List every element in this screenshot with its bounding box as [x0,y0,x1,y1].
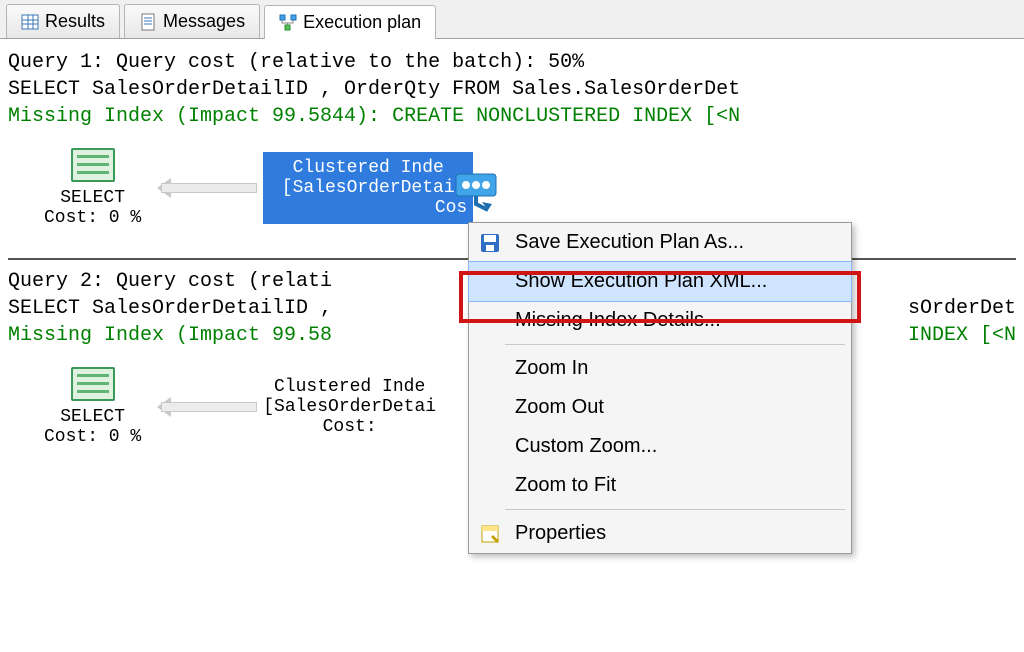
menu-zoom-to-fit-label: Zoom to Fit [515,474,616,497]
scan2-line-3: Cost: [323,417,377,437]
tab-bar: Results Messages Execution plan [0,0,1024,39]
properties-icon [479,523,501,545]
tab-execution-plan[interactable]: Execution plan [264,5,436,39]
tab-results-label: Results [45,11,105,32]
menu-zoom-out[interactable]: Zoom Out [469,388,851,427]
menu-separator [505,344,845,345]
document-icon [139,13,157,31]
scan-line-2: [SalesOrderDetai [282,178,455,198]
tab-messages-label: Messages [163,11,245,32]
menu-zoom-out-label: Zoom Out [515,396,604,419]
scan2-line-1: Clustered Inde [274,377,425,397]
menu-zoom-to-fit[interactable]: Zoom to Fit [469,466,851,505]
menu-properties[interactable]: Properties [469,514,851,553]
select-operator-node-2[interactable]: SELECT Cost: 0 % [44,367,141,447]
tab-results[interactable]: Results [6,4,120,38]
select-operator-cost: Cost: 0 % [44,208,141,228]
menu-separator [505,509,845,510]
query-1-missing-index[interactable]: Missing Index (Impact 99.5844): CREATE N… [8,103,1016,130]
menu-custom-zoom[interactable]: Custom Zoom... [469,427,851,466]
menu-show-execution-plan-xml[interactable]: Show Execution Plan XML... [469,262,851,301]
menu-custom-zoom-label: Custom Zoom... [515,435,657,458]
query-1-header: Query 1: Query cost (relative to the bat… [8,49,1016,76]
query-2-sql-tail: sOrderDet [908,295,1016,322]
data-flow-arrow [147,179,257,197]
menu-missing-index-details[interactable]: Missing Index Details... [469,301,851,340]
grid-icon [21,13,39,31]
query-2-sql: SELECT SalesOrderDetailID , [8,295,332,322]
query-2-missing-index[interactable]: Missing Index (Impact 99.58 [8,322,332,349]
query-1-sql: SELECT SalesOrderDetailID , OrderQty FRO… [8,76,1016,103]
select-operator-node[interactable]: SELECT Cost: 0 % [44,148,141,228]
select-operator-label: SELECT [60,188,125,208]
tab-execution-plan-label: Execution plan [303,12,421,33]
plan-root-icon [452,172,500,216]
select-operator-icon [71,148,115,182]
execution-plan-icon [279,14,297,32]
context-menu: Save Execution Plan As... Show Execution… [468,222,852,554]
menu-properties-label: Properties [515,522,606,545]
menu-missing-label: Missing Index Details... [515,309,721,332]
clustered-index-scan-node-selected[interactable]: Clustered Inde [SalesOrderDetai Cos [263,152,473,224]
select-operator-icon [71,367,115,401]
scan-line-1: Clustered Inde [293,158,444,178]
scan2-line-2: [SalesOrderDetai [263,397,436,417]
select-operator-label: SELECT [60,407,125,427]
save-icon [479,232,501,254]
query-1-plan-row: SELECT Cost: 0 % Clustered Inde [SalesOr… [8,148,1016,228]
clustered-index-scan-node-2[interactable]: Clustered Inde [SalesOrderDetai Cost: [263,377,436,437]
data-flow-arrow [147,398,257,416]
menu-save-execution-plan[interactable]: Save Execution Plan As... [469,223,851,262]
tab-messages[interactable]: Messages [124,4,260,38]
query-2-missing-tail: INDEX [<N [908,322,1016,349]
select-operator-cost: Cost: 0 % [44,427,141,447]
menu-zoom-in-label: Zoom In [515,357,588,380]
menu-save-label: Save Execution Plan As... [515,231,744,254]
menu-xml-label: Show Execution Plan XML... [515,270,767,293]
menu-zoom-in[interactable]: Zoom In [469,349,851,388]
